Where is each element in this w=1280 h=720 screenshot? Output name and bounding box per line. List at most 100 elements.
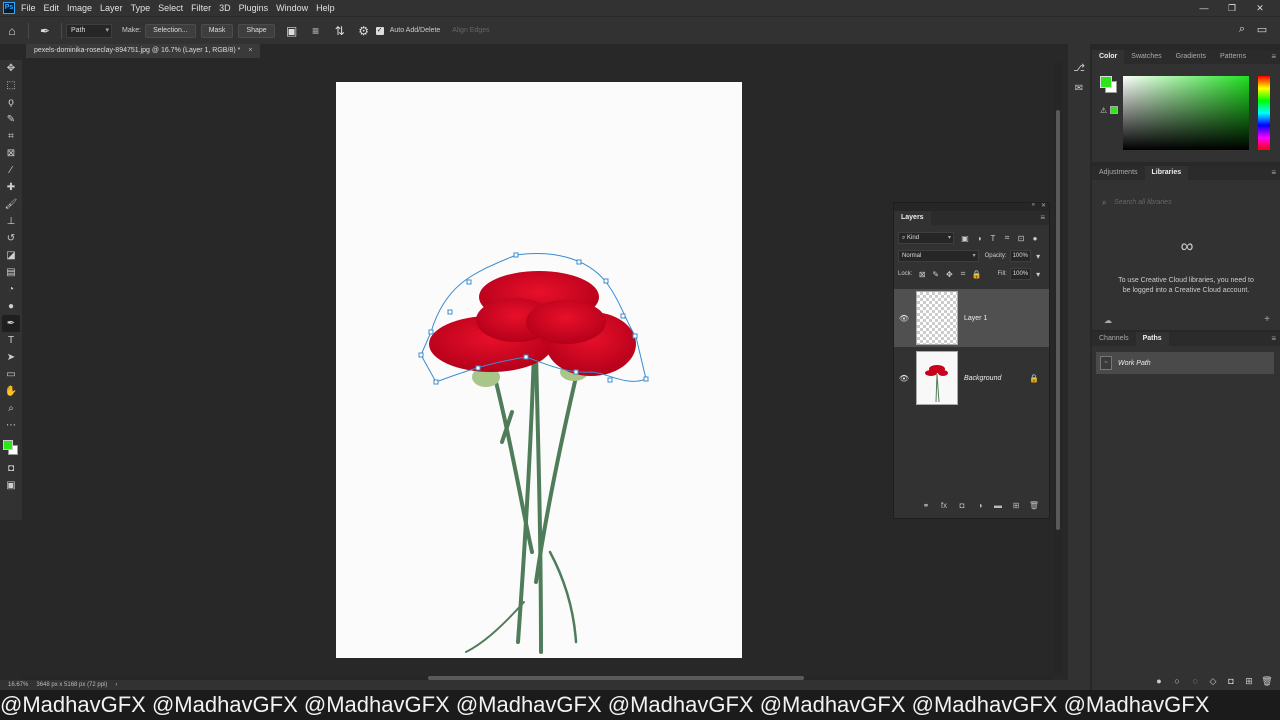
layer-row-layer-1[interactable]: 👁 Layer 1 bbox=[894, 289, 1049, 347]
workspace-icon[interactable]: ▭ bbox=[1252, 23, 1272, 36]
color-picker-field[interactable] bbox=[1123, 76, 1249, 150]
layer-kind-filter[interactable]: ⌕ Kind bbox=[898, 232, 954, 244]
type-tool-icon[interactable]: T bbox=[2, 332, 20, 349]
tab-libraries[interactable]: Libraries bbox=[1144, 166, 1189, 180]
hue-slider[interactable] bbox=[1258, 76, 1270, 150]
smart-object-filter-icon[interactable]: ⊡ bbox=[1014, 234, 1028, 243]
menu-edit[interactable]: Edit bbox=[44, 3, 60, 13]
gamut-warning-icon[interactable]: ⚠ bbox=[1100, 106, 1107, 115]
link-layers-icon[interactable]: ⚭ bbox=[917, 501, 935, 510]
fill-input[interactable]: 100% bbox=[1009, 268, 1032, 280]
web-safe-color-chip[interactable] bbox=[1110, 106, 1118, 114]
lock-pixels-icon[interactable]: ✎ bbox=[929, 270, 943, 279]
zoom-tool-icon[interactable]: ⌕ bbox=[2, 400, 20, 417]
move-tool-icon[interactable]: ✥ bbox=[2, 60, 20, 77]
path-alignment-icon[interactable]: ≡ bbox=[308, 23, 324, 39]
chevron-down-icon[interactable]: ▾ bbox=[1031, 252, 1045, 261]
foreground-color-swatch[interactable] bbox=[3, 440, 13, 450]
vertical-scrollbar[interactable] bbox=[1054, 62, 1062, 674]
lock-all-icon[interactable]: 🔒 bbox=[970, 270, 984, 279]
menu-filter[interactable]: Filter bbox=[191, 3, 211, 13]
opacity-input[interactable]: 100% bbox=[1009, 250, 1032, 262]
make-selection-button[interactable]: Selection... bbox=[145, 23, 196, 38]
tab-channels[interactable]: Channels bbox=[1092, 332, 1136, 346]
foreground-color-chip[interactable] bbox=[1100, 76, 1112, 88]
load-selection-icon[interactable]: ◌ bbox=[1186, 676, 1204, 687]
work-path-row[interactable]: ~ Work Path bbox=[1096, 352, 1274, 374]
panel-menu-icon[interactable]: ≡ bbox=[1271, 168, 1276, 177]
marquee-tool-icon[interactable]: ⬚ bbox=[2, 77, 20, 94]
trash-icon[interactable]: 🗑 bbox=[1025, 501, 1043, 510]
pen-tool-preset-icon[interactable]: ✒ bbox=[37, 23, 53, 39]
lasso-tool-icon[interactable]: ϙ bbox=[2, 94, 20, 111]
eraser-tool-icon[interactable]: ◪ bbox=[2, 247, 20, 264]
layer-style-icon[interactable]: fx bbox=[935, 501, 953, 510]
path-mode-select[interactable]: Path bbox=[66, 23, 112, 38]
tab-layers[interactable]: Layers bbox=[894, 211, 931, 225]
menu-plugins[interactable]: Plugins bbox=[239, 3, 269, 13]
vertical-scroll-thumb[interactable] bbox=[1056, 110, 1060, 530]
close-tab-icon[interactable]: × bbox=[248, 44, 252, 58]
menu-window[interactable]: Window bbox=[276, 3, 308, 13]
blur-tool-icon[interactable]: ◔ bbox=[2, 281, 20, 298]
tab-patterns[interactable]: Patterns bbox=[1213, 50, 1253, 64]
panel-menu-icon[interactable]: ≡ bbox=[1271, 52, 1276, 61]
layers-panel-header[interactable]: » ✕ bbox=[894, 202, 1049, 211]
screen-mode-icon[interactable]: ▣ bbox=[2, 477, 20, 494]
library-search-input[interactable]: Search all libraries bbox=[1100, 196, 1272, 210]
add-mask-icon[interactable]: ◘ bbox=[953, 501, 971, 510]
dodge-tool-icon[interactable]: ● bbox=[2, 298, 20, 315]
new-path-icon[interactable]: ⊞ bbox=[1240, 676, 1258, 687]
gear-icon[interactable]: ⚙ bbox=[356, 23, 372, 39]
menu-image[interactable]: Image bbox=[67, 3, 92, 13]
close-icon[interactable]: ✕ bbox=[1246, 3, 1274, 14]
search-icon[interactable]: ⌕ bbox=[1232, 23, 1252, 36]
cloud-sync-icon[interactable]: ☁ bbox=[1104, 316, 1112, 325]
home-icon[interactable]: ⌂ bbox=[4, 23, 20, 39]
path-operations-icon[interactable]: ▣ bbox=[284, 23, 300, 39]
collapse-icon[interactable]: » bbox=[1032, 202, 1035, 208]
more-tools-icon[interactable]: ⋯ bbox=[2, 417, 20, 434]
image-canvas[interactable] bbox=[336, 82, 742, 658]
minimize-icon[interactable]: — bbox=[1190, 3, 1218, 13]
brush-tool-icon[interactable]: 🖌 bbox=[2, 196, 20, 213]
path-arrangement-icon[interactable]: ⇅ bbox=[332, 23, 348, 39]
layer-row-background[interactable]: 👁 Background 🔒 bbox=[894, 349, 1049, 407]
panel-menu-icon[interactable]: ≡ bbox=[1271, 334, 1276, 343]
eyedropper-tool-icon[interactable]: ⁄ bbox=[2, 162, 20, 179]
path-selection-tool-icon[interactable]: ➤ bbox=[2, 349, 20, 366]
menu-layer[interactable]: Layer bbox=[100, 3, 123, 13]
history-brush-tool-icon[interactable]: ↺ bbox=[2, 230, 20, 247]
menu-select[interactable]: Select bbox=[158, 3, 183, 13]
stroke-path-icon[interactable]: ○ bbox=[1168, 676, 1186, 687]
type-filter-icon[interactable]: T bbox=[986, 234, 1000, 243]
pixel-filter-icon[interactable]: ▣ bbox=[958, 234, 972, 243]
lock-position-icon[interactable]: ✥ bbox=[943, 270, 957, 279]
shape-filter-icon[interactable]: ⌗ bbox=[1000, 233, 1014, 243]
document-tab[interactable]: pexels-dominika-roseclay-894751.jpg @ 16… bbox=[26, 44, 261, 58]
restore-icon[interactable]: ❐ bbox=[1218, 3, 1246, 14]
eye-icon[interactable]: 👁 bbox=[894, 314, 914, 323]
adjustment-layer-icon[interactable]: ◑ bbox=[971, 501, 989, 510]
gradient-tool-icon[interactable]: ▤ bbox=[2, 264, 20, 281]
filter-toggle-icon[interactable]: ● bbox=[1028, 234, 1042, 243]
lock-transparency-icon[interactable]: ⊠ bbox=[915, 270, 929, 279]
make-shape-button[interactable]: Shape bbox=[238, 23, 275, 38]
tab-paths[interactable]: Paths bbox=[1135, 332, 1169, 346]
eye-icon[interactable]: 👁 bbox=[894, 374, 914, 383]
tab-swatches[interactable]: Swatches bbox=[1124, 50, 1168, 64]
menu-help[interactable]: Help bbox=[316, 3, 335, 13]
blend-mode-select[interactable]: Normal bbox=[898, 250, 979, 262]
zoom-level[interactable]: 16.67% bbox=[8, 682, 28, 688]
new-group-icon[interactable]: ▬ bbox=[989, 501, 1007, 510]
quick-selection-tool-icon[interactable]: ✎ bbox=[2, 111, 20, 128]
healing-brush-tool-icon[interactable]: ✚ bbox=[2, 179, 20, 196]
panel-menu-icon[interactable]: ≡ bbox=[1040, 213, 1045, 222]
menu-type[interactable]: Type bbox=[131, 3, 151, 13]
tab-gradients[interactable]: Gradients bbox=[1169, 50, 1213, 64]
menu-3d[interactable]: 3D bbox=[219, 3, 231, 13]
crop-tool-icon[interactable]: ⌗ bbox=[2, 128, 20, 145]
adjustment-filter-icon[interactable]: ◑ bbox=[972, 234, 986, 243]
hand-tool-icon[interactable]: ✋ bbox=[2, 383, 20, 400]
fill-path-icon[interactable]: ● bbox=[1150, 676, 1168, 687]
